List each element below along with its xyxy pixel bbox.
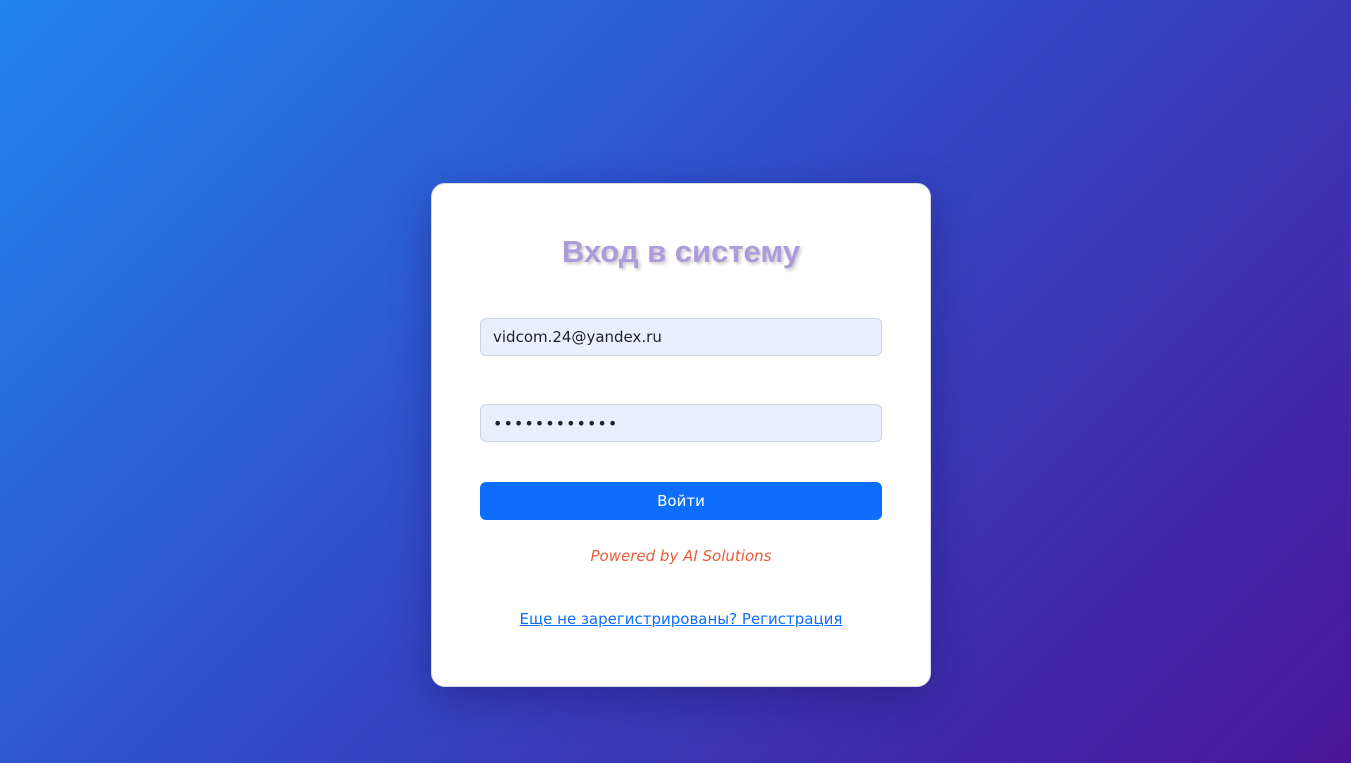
register-link[interactable]: Еще не зарегистрированы? Регистрация xyxy=(432,609,930,629)
login-card: Вход в систему Войти Powered by AI Solut… xyxy=(431,183,931,687)
login-button[interactable]: Войти xyxy=(480,482,882,520)
password-input[interactable] xyxy=(480,404,882,442)
powered-by-text: Powered by AI Solutions xyxy=(590,547,772,565)
page-title: Вход в систему xyxy=(561,234,801,269)
email-input[interactable] xyxy=(480,318,882,356)
